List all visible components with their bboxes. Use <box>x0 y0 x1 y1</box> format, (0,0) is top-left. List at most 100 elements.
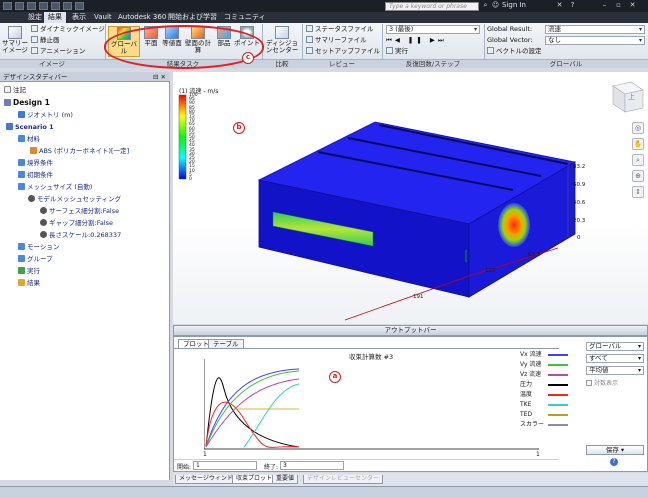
tab-vault[interactable]: Vault <box>90 12 116 23</box>
zoom-window-icon[interactable]: ⊕ <box>632 170 644 182</box>
tree-label: 材料 <box>27 135 40 143</box>
legend-swatch <box>548 394 568 396</box>
playback-controls[interactable]: ⏮◀ ❚❚ ▶⏭ <box>386 36 447 45</box>
print-icon[interactable] <box>75 2 84 10</box>
callout-b: b <box>233 122 245 134</box>
pan-icon[interactable]: ✋ <box>632 138 644 150</box>
legend-swatch <box>548 414 568 416</box>
status-file-button[interactable]: ステータスファイル <box>306 25 374 34</box>
tree-scenario[interactable]: Scenario 1 <box>6 122 54 132</box>
still-image-label: 静止画 <box>40 36 60 44</box>
tree-model-mesh-settings[interactable]: モデルメッシュセッティング <box>28 194 121 204</box>
average-select[interactable]: 平均値 <box>586 366 644 375</box>
tree-design[interactable]: Design 1 <box>4 98 50 108</box>
start-input[interactable]: 1 <box>193 461 257 470</box>
tab-community[interactable]: コミュニティ <box>220 12 270 23</box>
minimize-icon[interactable]: – <box>600 1 609 10</box>
help-icon[interactable]: ? <box>610 458 618 466</box>
tree-label: Scenario 1 <box>15 123 54 131</box>
maximize-icon[interactable]: ▫ <box>614 1 623 10</box>
redo-icon[interactable] <box>63 2 72 10</box>
tree-length-scale[interactable]: 長さスケール:0.268337 <box>40 230 121 240</box>
model-fan-hotspot <box>498 203 530 247</box>
legend-swatch <box>548 404 568 406</box>
viewcube-label[interactable]: 上 <box>628 92 635 102</box>
scope-select[interactable]: グローバル <box>586 342 644 351</box>
panel-pin-close-icon[interactable]: ⊟ ✕ <box>153 72 166 82</box>
legend-swatch <box>548 374 568 376</box>
ribbon-tab-bar: 設定 結果 表示 Vault Autodesk 360 開始および学習 コミュニ… <box>0 12 648 23</box>
search-icon[interactable]: ⌕ <box>481 1 490 10</box>
start-label: 開始: <box>177 464 192 471</box>
tree-materials[interactable]: 材料 <box>18 134 40 144</box>
curve-tke <box>243 383 300 448</box>
tree-results[interactable]: 結果 <box>18 278 40 288</box>
undo-icon[interactable] <box>51 2 60 10</box>
tree-surface-refinement[interactable]: サーフェス細分割:False <box>40 206 119 216</box>
save-button[interactable]: 保存 ▾ <box>586 445 644 455</box>
tab-design-review-center[interactable]: デザインレビューセンター <box>303 475 384 484</box>
tab-critical-values[interactable]: 重要値 <box>272 475 299 484</box>
zoom-icon[interactable]: ⌕ <box>632 154 644 166</box>
vector-settings-button[interactable]: ベクトルの設定 <box>487 47 542 56</box>
exchange-icon[interactable]: ✕ <box>555 1 564 10</box>
help-icon[interactable]: ? <box>568 1 577 10</box>
search-input[interactable]: Type a keyword or phrase <box>385 2 479 11</box>
tab-table[interactable]: テーブル <box>208 339 244 348</box>
tab-results[interactable]: 結果 <box>44 12 66 23</box>
animation-button[interactable]: アニメーション <box>31 47 85 56</box>
look-icon[interactable]: ⇕ <box>632 186 644 198</box>
tree-run[interactable]: 実行 <box>18 266 40 276</box>
tab-convergence-plot[interactable]: 収束プロット <box>232 475 277 484</box>
tree-motion[interactable]: モーション <box>18 242 59 252</box>
camera-icon <box>8 26 22 39</box>
log-scale-checkbox[interactable]: 対数表示 <box>586 378 618 387</box>
still-image-button[interactable]: 静止画 <box>31 36 60 45</box>
tab-autodesk360[interactable]: Autodesk 360 <box>114 12 170 23</box>
open-icon[interactable] <box>27 2 36 10</box>
close-icon[interactable]: ✕ <box>628 1 637 10</box>
tree-mesh-size[interactable]: メッシュサイズ (自動) <box>18 182 92 192</box>
tree-label: モーション <box>27 243 60 251</box>
save-icon[interactable] <box>39 2 48 10</box>
tree-boundary-conditions[interactable]: 境界条件 <box>18 158 53 168</box>
setup-file-label: セットアップファイル <box>315 47 380 55</box>
legend-tick-labels: 100 95 90 85 80 75 70 65 60 55 50 45 40 35 30 25 20 15 10 5… <box>189 93 209 183</box>
ruler-z-label: 83.2 <box>573 164 586 170</box>
sign-in-link[interactable]: Sign In <box>502 1 526 9</box>
design-study-bar-header: デザインスタディバー ⊟ ✕ <box>0 72 170 82</box>
tree-geometry[interactable]: ジオメトリ (m) <box>18 110 73 120</box>
3d-viewport[interactable]: (1) 流速 - m/s 100 95 90 85 80 75 70 65 60 55 50 45 40… <box>173 72 648 324</box>
tree-label: メッシュサイズ (自動) <box>27 183 93 191</box>
orbit-icon[interactable]: ◎ <box>632 122 644 134</box>
run-button[interactable]: 実行 <box>386 47 408 56</box>
variable-select[interactable]: すべて <box>586 354 644 363</box>
tree-notes[interactable]: 注記 <box>4 85 26 95</box>
output-bar-header[interactable]: アウトプットバー <box>173 325 648 336</box>
summary-image-label: サマリーイメージ <box>2 39 28 54</box>
tab-getting-started[interactable]: 開始および学習 <box>164 12 221 23</box>
tree-initial-conditions[interactable]: 初期条件 <box>18 170 53 180</box>
legend-entry: TED <box>520 411 533 418</box>
global-result-select[interactable]: 流速 <box>545 25 645 34</box>
iteration-select[interactable]: 3 (最後) <box>386 25 480 34</box>
app-menu-icon[interactable] <box>3 2 12 10</box>
tree-groups[interactable]: グループ <box>18 254 53 264</box>
highlight-ellipse <box>104 25 264 69</box>
decision-center-button[interactable]: ディシジョンセンター <box>265 26 299 54</box>
setup-file-button[interactable]: セットアップファイル <box>306 47 380 56</box>
new-icon[interactable] <box>15 2 24 10</box>
tree-gap-refinement[interactable]: ギャップ細分割:False <box>40 218 113 228</box>
end-input[interactable]: 3 <box>280 461 344 470</box>
summary-image-button[interactable]: サマリーイメージ <box>2 26 28 54</box>
status-file-label: ステータスファイル <box>315 25 374 33</box>
tree-material-abs[interactable]: ABS (ポリカーボネイト)[一定] <box>30 146 129 156</box>
tab-settings[interactable]: 設定 <box>24 12 46 23</box>
summary-file-button[interactable]: サマリーファイル <box>306 36 367 45</box>
note-icon <box>4 86 11 93</box>
user-icon[interactable]: ☺ <box>491 1 500 10</box>
dynamic-image-button[interactable]: ダイナミックイメージ <box>31 25 105 34</box>
tab-view[interactable]: 表示 <box>68 12 90 23</box>
tree-label: グループ <box>27 255 53 263</box>
global-vector-select[interactable]: なし <box>545 36 645 45</box>
